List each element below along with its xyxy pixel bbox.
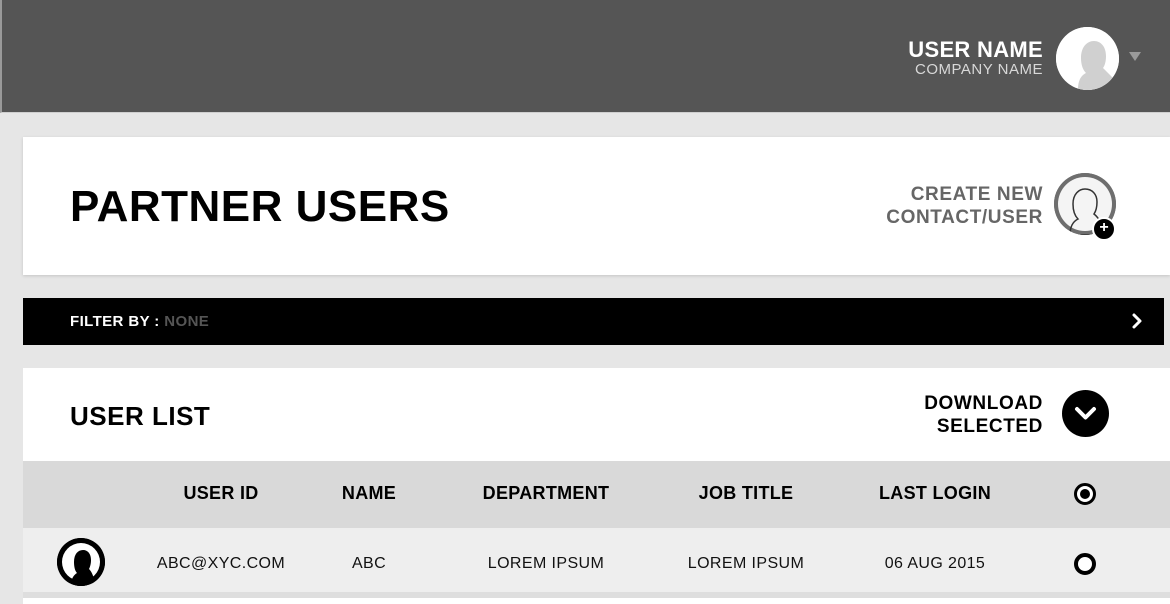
- filter-value: NONE: [164, 313, 210, 330]
- filter-by-label: FILTER BY :: [70, 313, 160, 330]
- column-header-user-id[interactable]: USER ID: [183, 483, 258, 504]
- create-new-label-line1: CREATE NEW: [910, 184, 1043, 205]
- user-list-title: USER LIST: [70, 401, 211, 431]
- top-bar: USER NAME COMPANY NAME: [0, 0, 1170, 113]
- column-header-last-login[interactable]: LAST LOGIN: [879, 483, 991, 504]
- filter-bar[interactable]: FILTER BY : NONE: [23, 298, 1164, 345]
- cell-department: LOREM IPSUM: [487, 555, 605, 572]
- table-header: USER ID NAME DEPARTMENT JOB TITLE LAST L…: [23, 461, 1170, 528]
- cell-user-id: ABC@XYC.COM: [156, 555, 286, 572]
- create-new-contact-button[interactable]: CREATE NEW CONTACT/USER: [886, 183, 1043, 229]
- download-selected-button[interactable]: DOWNLOAD SELECTED: [924, 392, 1043, 438]
- user-info[interactable]: USER NAME COMPANY NAME: [908, 38, 1043, 78]
- user-silhouette-icon: [1056, 27, 1119, 90]
- cell-name: ABC: [351, 555, 387, 572]
- select-all-radio[interactable]: [1074, 483, 1096, 505]
- download-label-line2: SELECTED: [936, 416, 1043, 437]
- user-name: USER NAME: [908, 37, 1043, 62]
- column-header-department[interactable]: DEPARTMENT: [483, 483, 610, 504]
- chevron-down-icon[interactable]: [1062, 390, 1109, 437]
- row-select-radio[interactable]: [1074, 553, 1096, 575]
- column-header-job-title[interactable]: JOB TITLE: [699, 483, 794, 504]
- chevron-right-icon[interactable]: [1128, 312, 1146, 330]
- column-header-name[interactable]: NAME: [342, 483, 396, 504]
- page-header-card: PARTNER USERS CREATE NEW CONTACT/USER +: [23, 137, 1170, 275]
- chevron-down-glyph: [1075, 407, 1096, 420]
- plus-icon: +: [1092, 217, 1116, 241]
- page-title: PARTNER USERS: [70, 182, 450, 231]
- create-new-label-line2: CONTACT/USER: [886, 207, 1043, 228]
- cell-last-login: 06 AUG 2015: [884, 555, 986, 572]
- company-name: COMPANY NAME: [915, 61, 1043, 78]
- user-avatar[interactable]: [1056, 27, 1119, 90]
- caret-down-icon[interactable]: [1129, 52, 1141, 61]
- add-user-icon[interactable]: +: [1054, 173, 1116, 241]
- user-silhouette-icon: [57, 538, 105, 586]
- filter-label: FILTER BY : NONE: [70, 313, 209, 330]
- table-row[interactable]: ABC@XYC.COM ABC LOREM IPSUM LOREM IPSUM …: [23, 528, 1170, 598]
- download-label-line1: DOWNLOAD: [924, 393, 1043, 414]
- cell-job-title: LOREM IPSUM: [687, 555, 805, 572]
- user-list-card: USER LIST DOWNLOAD SELECTED USER ID NAME…: [23, 368, 1170, 604]
